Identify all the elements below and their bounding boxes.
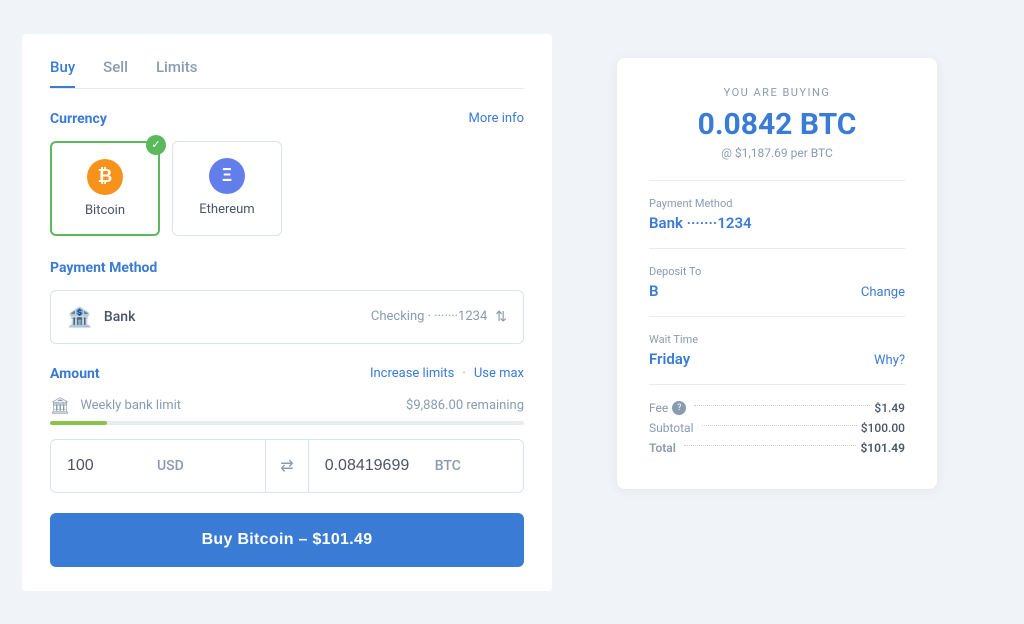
currency-card-bitcoin[interactable]: ✓ ₿ Bitcoin: [50, 141, 160, 236]
limit-progress-bar: [50, 421, 524, 425]
more-info-link[interactable]: More info: [469, 111, 524, 126]
subtotal-line: Subtotal: [649, 421, 861, 435]
summary-amount: 0.0842 BTC: [649, 107, 905, 142]
order-summary: YOU ARE BUYING 0.0842 BTC @ $1,187.69 pe…: [617, 58, 937, 489]
summary-rate: @ $1,187.69 per BTC: [649, 146, 905, 160]
fee-row: Fee ? $1.49: [649, 401, 905, 415]
you-are-buying-label: YOU ARE BUYING: [649, 86, 905, 99]
bitcoin-label: Bitcoin: [85, 203, 125, 218]
right-panel: YOU ARE BUYING 0.0842 BTC @ $1,187.69 pe…: [552, 34, 1002, 591]
fee-info-icon[interactable]: ?: [672, 401, 686, 415]
payment-section-header: Payment Method: [50, 260, 524, 276]
limit-label: Weekly bank limit: [80, 398, 396, 413]
ethereum-icon: Ξ: [209, 158, 245, 194]
btc-input[interactable]: [325, 457, 425, 475]
tabs: Buy Sell Limits: [50, 58, 524, 89]
currency-cards: ✓ ₿ Bitcoin Ξ Ethereum: [50, 141, 524, 236]
payment-method-selector[interactable]: 🏦 Bank Checking · ·······1234 ⇅: [50, 290, 524, 344]
wait-time-action-row: Friday Why?: [649, 350, 905, 368]
left-panel: Buy Sell Limits Currency More info ✓ ₿ B…: [22, 34, 552, 591]
total-row: Total $101.49: [649, 441, 905, 455]
divider-1: [649, 180, 905, 181]
payment-left: 🏦 Bank: [67, 305, 135, 329]
swap-icon: ⇄: [265, 440, 308, 492]
currency-section-title: Currency: [50, 111, 107, 127]
btc-input-group: BTC: [309, 443, 523, 489]
limit-bank-icon: 🏛: [50, 396, 70, 415]
separator: ·: [462, 366, 465, 381]
fee-rows: Fee ? $1.49 Subtotal $100.00: [649, 401, 905, 455]
selected-check-icon: ✓: [146, 135, 166, 155]
wait-time-value: Friday: [649, 350, 690, 368]
bank-icon: 🏦: [67, 305, 92, 329]
btc-label: BTC: [435, 458, 461, 474]
use-max-link[interactable]: Use max: [474, 366, 524, 381]
bitcoin-icon: ₿: [87, 159, 123, 195]
fee-dots: [694, 405, 870, 406]
divider-3: [649, 316, 905, 317]
subtotal-label: Subtotal: [649, 421, 694, 435]
payment-right: Checking · ·······1234 ⇅: [371, 309, 507, 325]
why-link[interactable]: Why?: [874, 353, 905, 368]
usd-input[interactable]: [67, 457, 147, 475]
subtotal-value: $100.00: [861, 421, 905, 435]
chevron-updown-icon: ⇅: [495, 309, 507, 325]
divider-4: [649, 384, 905, 385]
change-link[interactable]: Change: [861, 285, 905, 300]
deposit-to-row: Deposit To B Change: [649, 265, 905, 300]
limit-progress-fill: [50, 421, 107, 425]
subtotal-dots: [702, 425, 857, 426]
usd-input-group: USD: [51, 443, 265, 489]
payment-method-row: Payment Method Bank ·······1234: [649, 197, 905, 232]
total-value: $101.49: [860, 441, 905, 455]
deposit-to-label: Deposit To: [649, 265, 905, 278]
total-dots: [684, 445, 857, 446]
fee-label: Fee: [649, 401, 668, 415]
amount-links: Increase limits · Use max: [370, 366, 524, 381]
main-container: Buy Sell Limits Currency More info ✓ ₿ B…: [22, 34, 1002, 591]
limit-row: 🏛 Weekly bank limit $9,886.00 remaining: [50, 396, 524, 415]
payment-section-title: Payment Method: [50, 260, 157, 276]
bank-label: Bank: [104, 309, 135, 325]
wait-time-label: Wait Time: [649, 333, 905, 346]
buy-button[interactable]: Buy Bitcoin – $101.49: [50, 513, 524, 567]
bank-detail: Checking · ·······1234: [371, 309, 487, 324]
currency-card-ethereum[interactable]: Ξ Ethereum: [172, 141, 282, 236]
usd-label: USD: [157, 458, 184, 474]
payment-method-value: Bank ·······1234: [649, 214, 905, 232]
wait-time-row: Wait Time Friday Why?: [649, 333, 905, 368]
fee-line: Fee ?: [649, 401, 874, 415]
subtotal-row: Subtotal $100.00: [649, 421, 905, 435]
deposit-to-value: B: [649, 282, 659, 300]
total-label: Total: [649, 441, 676, 455]
fee-value: $1.49: [874, 401, 905, 415]
ethereum-label: Ethereum: [199, 202, 254, 217]
deposit-to-action-row: B Change: [649, 282, 905, 300]
increase-limits-link[interactable]: Increase limits: [370, 366, 454, 381]
tab-sell[interactable]: Sell: [103, 58, 128, 88]
amount-section-header: Amount Increase limits · Use max: [50, 366, 524, 382]
limit-remaining: $9,886.00 remaining: [406, 398, 524, 413]
total-line: Total: [649, 441, 860, 455]
currency-section-header: Currency More info: [50, 111, 524, 127]
amount-inputs: USD ⇄ BTC: [50, 439, 524, 493]
tab-buy[interactable]: Buy: [50, 58, 75, 88]
amount-section-title: Amount: [50, 366, 100, 382]
payment-method-label: Payment Method: [649, 197, 905, 210]
tab-limits[interactable]: Limits: [156, 58, 198, 88]
divider-2: [649, 248, 905, 249]
